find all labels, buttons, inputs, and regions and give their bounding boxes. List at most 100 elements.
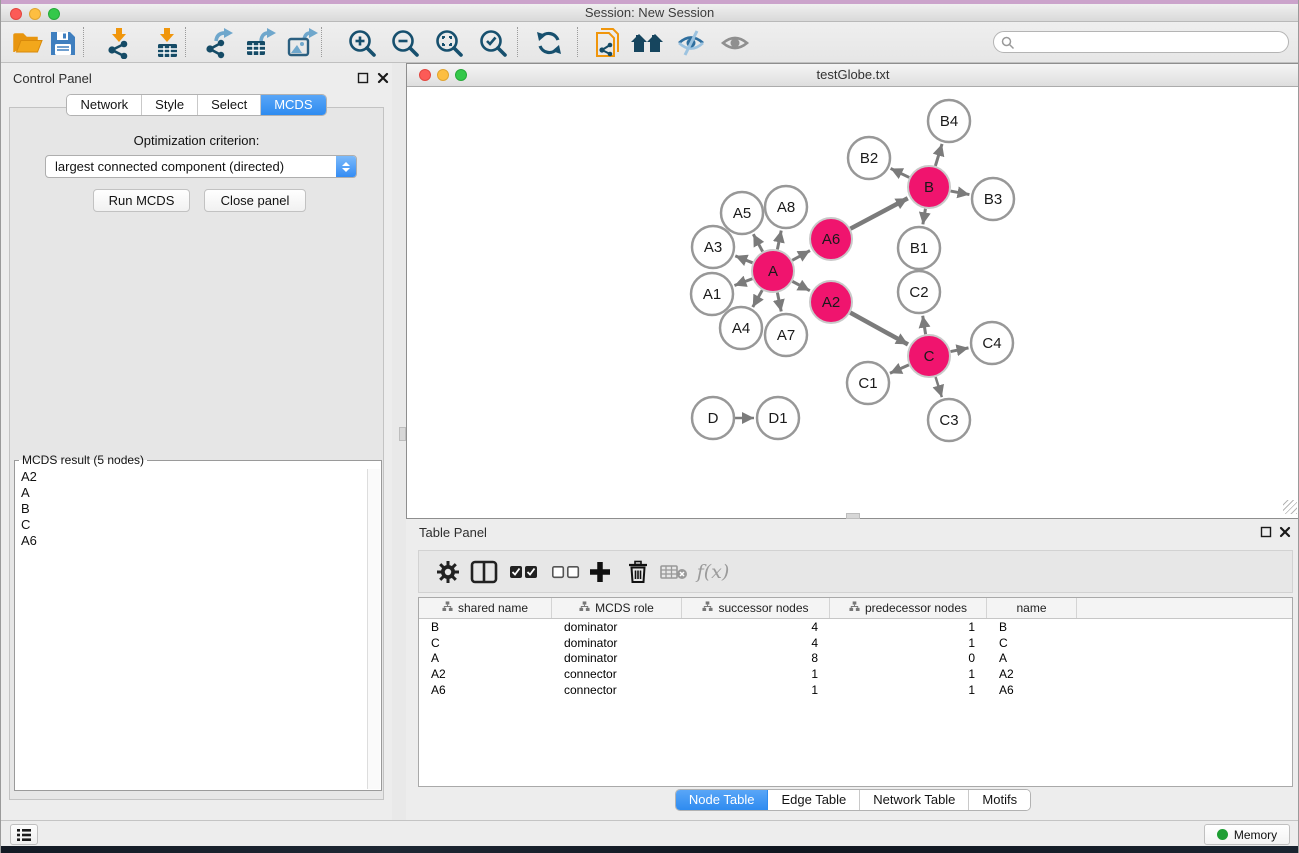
- tab-mcds[interactable]: MCDS: [261, 95, 325, 115]
- task-history-button[interactable]: [10, 824, 38, 845]
- node-table[interactable]: shared nameMCDS rolesuccessor nodesprede…: [418, 597, 1293, 787]
- mcds-result-scrollbar[interactable]: [367, 469, 380, 789]
- add-column-icon[interactable]: [583, 556, 617, 588]
- column-header-shared-name[interactable]: shared name: [419, 598, 552, 618]
- save-session-icon[interactable]: [45, 25, 81, 61]
- graph-edge-A-A2[interactable]: [792, 281, 809, 290]
- zoom-out-icon[interactable]: [387, 25, 423, 61]
- column-view-icon[interactable]: [467, 556, 501, 588]
- table-cell[interactable]: 1: [830, 620, 987, 634]
- graph-edge-C-C1[interactable]: [890, 365, 909, 373]
- table-cell[interactable]: connector: [552, 667, 682, 681]
- function-builder-icon[interactable]: f(x): [691, 556, 735, 588]
- hide-details-icon[interactable]: [673, 25, 709, 61]
- tab-style[interactable]: Style: [142, 95, 198, 115]
- graph-edge-C-C4[interactable]: [951, 348, 969, 352]
- settings-gear-icon[interactable]: [431, 556, 465, 588]
- refresh-icon[interactable]: [531, 25, 567, 61]
- graph-node-A3[interactable]: A3: [692, 226, 734, 268]
- graph-edge-A-A4[interactable]: [753, 290, 762, 307]
- graph-node-D[interactable]: D: [692, 397, 734, 439]
- table-cell[interactable]: C: [419, 636, 552, 650]
- table-row[interactable]: Bdominator41B: [419, 619, 1292, 635]
- graph-node-B3[interactable]: B3: [972, 178, 1014, 220]
- column-header-predecessor-nodes[interactable]: predecessor nodes: [830, 598, 987, 618]
- import-table-icon[interactable]: [149, 25, 185, 61]
- graph-node-A1[interactable]: A1: [691, 273, 733, 315]
- graph-edge-C-C2[interactable]: [923, 316, 926, 335]
- select-all-checkboxes-icon[interactable]: [507, 556, 541, 588]
- graph-edge-A-A6[interactable]: [792, 251, 810, 261]
- tab-network-table[interactable]: Network Table: [860, 790, 969, 810]
- table-close-panel-icon[interactable]: [1279, 526, 1291, 538]
- column-header-successor-nodes[interactable]: successor nodes: [682, 598, 830, 618]
- table-cell[interactable]: dominator: [552, 620, 682, 634]
- table-cell[interactable]: A6: [987, 683, 1077, 697]
- mcds-result-item[interactable]: B: [16, 501, 367, 517]
- graph-node-A7[interactable]: A7: [765, 314, 807, 356]
- table-cell[interactable]: dominator: [552, 636, 682, 650]
- graph-node-A[interactable]: A: [752, 250, 794, 292]
- table-cell[interactable]: dominator: [552, 651, 682, 665]
- export-network-icon[interactable]: [201, 25, 237, 61]
- tab-motifs[interactable]: Motifs: [969, 790, 1030, 810]
- zoom-fit-icon[interactable]: [431, 25, 467, 61]
- import-network-icon[interactable]: [101, 25, 137, 61]
- mcds-result-item[interactable]: A2: [16, 469, 367, 485]
- graph-edge-C-C3[interactable]: [936, 377, 942, 397]
- mcds-result-item[interactable]: A6: [16, 533, 367, 549]
- criterion-dropdown[interactable]: largest connected component (directed): [45, 155, 357, 178]
- table-cell[interactable]: A6: [419, 683, 552, 697]
- table-cell[interactable]: 1: [830, 636, 987, 650]
- graph-edge-A-A5[interactable]: [753, 234, 762, 251]
- float-panel-icon[interactable]: [357, 72, 369, 84]
- graph-edge-A6-B[interactable]: [850, 198, 907, 228]
- table-row[interactable]: A2connector11A2: [419, 666, 1292, 682]
- mcds-result-item[interactable]: A: [16, 485, 367, 501]
- table-cell[interactable]: A2: [987, 667, 1077, 681]
- graph-edge-B-B1[interactable]: [923, 209, 926, 225]
- tab-select[interactable]: Select: [198, 95, 261, 115]
- table-cell[interactable]: 1: [682, 683, 830, 697]
- graph-node-A8[interactable]: A8: [765, 186, 807, 228]
- table-row[interactable]: A6connector11A6: [419, 682, 1292, 698]
- search-input[interactable]: [1020, 33, 1280, 51]
- table-row[interactable]: Cdominator41C: [419, 635, 1292, 651]
- table-cell[interactable]: A: [987, 651, 1077, 665]
- table-cell[interactable]: connector: [552, 683, 682, 697]
- new-network-icon[interactable]: [591, 25, 627, 61]
- table-row[interactable]: Adominator80A: [419, 651, 1292, 667]
- table-cell[interactable]: 0: [830, 651, 987, 665]
- close-panel-icon[interactable]: [377, 72, 389, 84]
- export-image-icon[interactable]: [285, 25, 321, 61]
- column-header-name[interactable]: name: [987, 598, 1077, 618]
- table-cell[interactable]: 1: [682, 667, 830, 681]
- graph-edge-B-B4[interactable]: [935, 144, 942, 166]
- show-details-icon[interactable]: [717, 25, 753, 61]
- zoom-selected-icon[interactable]: [475, 25, 511, 61]
- memory-button[interactable]: Memory: [1204, 824, 1290, 845]
- window-resize-grip[interactable]: [1283, 500, 1297, 514]
- graph-edge-A-A1[interactable]: [734, 279, 752, 286]
- graph-edge-B-B3[interactable]: [951, 191, 970, 195]
- delete-table-icon[interactable]: [657, 556, 691, 588]
- table-cell[interactable]: B: [987, 620, 1077, 634]
- graph-edge-A-A8[interactable]: [777, 231, 781, 250]
- graph-node-A5[interactable]: A5: [721, 192, 763, 234]
- graph-edge-A-A7[interactable]: [777, 293, 781, 312]
- deselect-all-checkboxes-icon[interactable]: [549, 556, 583, 588]
- table-cell[interactable]: C: [987, 636, 1077, 650]
- table-cell[interactable]: 1: [830, 667, 987, 681]
- tab-network[interactable]: Network: [67, 95, 142, 115]
- graph-edge-B-B2[interactable]: [891, 168, 910, 177]
- tab-node-table[interactable]: Node Table: [676, 790, 769, 810]
- graph-node-B1[interactable]: B1: [898, 227, 940, 269]
- table-cell[interactable]: B: [419, 620, 552, 634]
- graph-node-B[interactable]: B: [908, 166, 950, 208]
- mcds-result-list[interactable]: A2ABCA6: [16, 469, 367, 789]
- table-cell[interactable]: 4: [682, 636, 830, 650]
- graph-node-C[interactable]: C: [908, 335, 950, 377]
- network-canvas[interactable]: B4B2BB3A5A8A6A3B1AA1C2A2A4A7C4CC1C3DD1: [407, 88, 1299, 516]
- table-cell[interactable]: 4: [682, 620, 830, 634]
- export-table-icon[interactable]: [243, 25, 279, 61]
